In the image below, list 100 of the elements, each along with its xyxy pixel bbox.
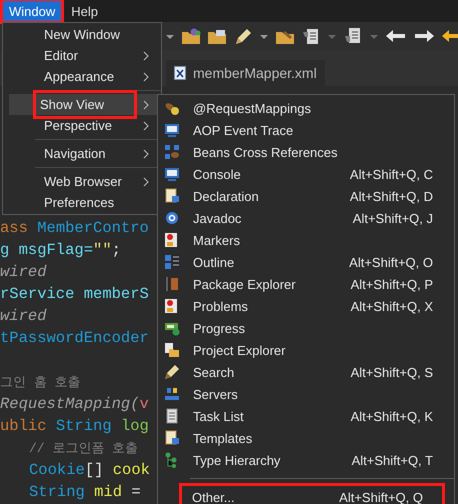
menu-item-label: Beans Cross References xyxy=(193,144,339,160)
menu-item-label: Task List xyxy=(193,408,245,424)
menu-item[interactable]: Servers xyxy=(158,383,454,405)
menu-item-label: AOP Event Trace xyxy=(193,122,294,138)
menu-item[interactable]: Type Hierarchy Alt+Shift+Q, T xyxy=(158,449,454,471)
menu-item[interactable]: Progress xyxy=(158,317,454,339)
list-icon xyxy=(164,254,180,270)
menu-item-label: Type Hierarchy xyxy=(193,452,282,468)
menu-item-label: Package Explorer xyxy=(193,276,297,292)
menu-item-label: Navigation xyxy=(43,145,106,163)
shortcut-label: Alt+Shift+Q, Q xyxy=(339,490,423,504)
code-line: tPasswordEncoder xyxy=(0,328,149,349)
progress-icon xyxy=(164,320,180,336)
menu-item[interactable]: Templates xyxy=(158,427,454,449)
menu-item-label: Javadoc xyxy=(193,210,242,226)
pencil-icon xyxy=(164,364,180,380)
shortcut-label: Alt+Shift+Q, C xyxy=(350,166,433,182)
shortcut-label: Alt+Shift+Q, D xyxy=(350,188,433,204)
beans-icon xyxy=(164,100,180,116)
at-sign-icon xyxy=(164,210,180,226)
monitor-icon xyxy=(164,122,180,138)
code-line: // 로그인폼 호출 xyxy=(29,440,138,458)
folder-icon xyxy=(164,342,180,358)
menu-item[interactable]: Problems Alt+Shift+Q, X xyxy=(158,295,454,317)
template-icon xyxy=(164,430,180,446)
back-arrow-icon[interactable] xyxy=(385,28,407,44)
menu-item-label: Perspective xyxy=(43,117,113,135)
document-icon[interactable] xyxy=(343,26,363,46)
menu-item[interactable]: Package Explorer Alt+Shift+Q, P xyxy=(158,273,454,295)
shortcut-label: Alt+Shift+Q, O xyxy=(349,254,433,270)
menu-item-label: Servers xyxy=(193,386,239,402)
menu-item-label: Declaration xyxy=(193,188,260,204)
menu-item[interactable]: Markers xyxy=(158,229,454,251)
code-line: rService memberS xyxy=(0,284,149,305)
grid-icon xyxy=(164,144,180,160)
folder-icon[interactable] xyxy=(181,27,201,45)
menu-item-label: Progress xyxy=(193,320,246,336)
menu-item[interactable]: @RequestMappings xyxy=(158,97,454,119)
menu-item[interactable]: Project Explorer xyxy=(158,339,454,361)
menu-item-label: Problems xyxy=(193,298,249,314)
shortcut-label: Alt+Shift+Q, X xyxy=(350,298,433,314)
shortcut-label: Alt+Shift+Q, P xyxy=(350,276,433,292)
shortcut-label: Alt+Shift+Q, J xyxy=(352,210,433,226)
menu-item-label: Project Explorer xyxy=(193,342,286,358)
code-line: ublic String log xyxy=(0,416,149,437)
code-line: Cookie[] cook xyxy=(29,460,150,481)
code-line: wired xyxy=(0,262,47,283)
menu-item[interactable]: Task List Alt+Shift+Q, K xyxy=(158,405,454,427)
menu-item[interactable]: AOP Event Trace xyxy=(158,119,454,141)
menu-item-label: @RequestMappings xyxy=(193,100,312,116)
code-line: wired xyxy=(0,306,47,327)
menu-item[interactable]: Editor xyxy=(9,45,159,66)
menu-item-label: Preferences xyxy=(43,194,116,212)
menu-item[interactable]: New Window xyxy=(9,24,159,45)
menu-item-label: Web Browser xyxy=(43,173,123,191)
menu-item-label: New Window xyxy=(43,26,121,44)
menu-item[interactable]: Search Alt+Shift+Q, S xyxy=(158,361,454,383)
flag-icon xyxy=(164,298,180,314)
menu-item[interactable]: Navigation xyxy=(9,143,159,164)
menu-item[interactable]: Beans Cross References xyxy=(158,141,454,163)
shortcut-label: Alt+Shift+Q, S xyxy=(350,364,433,380)
code-line: g msgFlag=""; xyxy=(0,240,121,261)
menu-item[interactable]: Declaration Alt+Shift+Q, D xyxy=(158,185,454,207)
menu-item-label: Search xyxy=(193,364,236,380)
shortcut-label: Alt+Shift+Q, K xyxy=(350,408,433,424)
editor-tab[interactable]: memberMapper.xml xyxy=(166,60,325,86)
menu-bar-item[interactable]: Help xyxy=(64,0,105,22)
package-icon xyxy=(164,276,180,292)
clipboard-icon xyxy=(164,408,180,424)
menu-item-label: Outline xyxy=(193,254,236,270)
menu-item-label: Appearance xyxy=(43,68,116,86)
menu-item-label: Show View xyxy=(36,93,134,116)
xml-file-icon xyxy=(174,66,186,80)
folder-icon[interactable] xyxy=(207,27,227,45)
menu-item-label: Other... xyxy=(192,490,236,504)
menu-item[interactable]: Other... Alt+Shift+Q, Q xyxy=(180,484,444,504)
menu-item[interactable]: Console Alt+Shift+Q, C xyxy=(158,163,454,185)
menu-item[interactable]: Preferences xyxy=(9,192,159,213)
flag-icon xyxy=(164,232,180,248)
servers-icon xyxy=(164,386,180,402)
back-arrow-icon[interactable] xyxy=(441,28,458,44)
document-icon xyxy=(164,188,180,204)
forward-arrow-icon[interactable] xyxy=(413,28,435,44)
menu-item-label: Markers xyxy=(193,232,241,248)
menu-bar-item[interactable]: Window xyxy=(2,0,62,22)
menu-item-label: Console xyxy=(193,166,242,182)
pencil-icon[interactable] xyxy=(233,27,253,45)
menu-item[interactable]: Web Browser xyxy=(9,171,159,192)
menu-item-label: Editor xyxy=(43,47,79,65)
menu-item[interactable]: Outline Alt+Shift+Q, O xyxy=(158,251,454,273)
menu-item-label: Templates xyxy=(193,430,254,446)
monitor-icon xyxy=(164,166,180,182)
menu-item[interactable]: Perspective xyxy=(9,115,159,136)
code-line: 그인 홈 호출 xyxy=(0,374,81,392)
menu-item[interactable]: Javadoc Alt+Shift+Q, J xyxy=(158,207,454,229)
menu-item[interactable]: Appearance xyxy=(9,66,159,87)
document-icon[interactable] xyxy=(301,26,321,46)
code-line: RequestMapping(v xyxy=(0,394,149,415)
code-line: String mid = xyxy=(29,482,141,503)
code-line: ass MemberContro xyxy=(0,218,149,239)
